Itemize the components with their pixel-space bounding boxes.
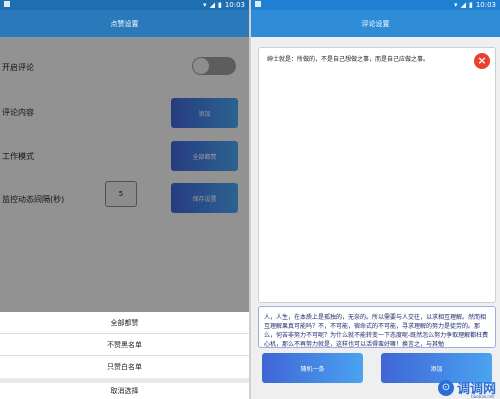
right-screen: ▾ ◢ ▮ 10:03 评论设置 绅士就是：所做的，不是自己想做之事，而是自己应… — [251, 0, 500, 399]
page-title-bar: 评论设置 — [251, 10, 500, 37]
left-screen: ▾ ◢ ▮ 10:03 点赞设置 开启评论 评论内容 添加 工作模式 全部都赞 … — [0, 0, 249, 399]
action-sheet: 全部都赞 不赞黑名单 只赞白名单 取消选择 — [0, 312, 249, 399]
battery-icon: ▮ — [217, 1, 222, 9]
option-skip-blacklist[interactable]: 不赞黑名单 — [0, 334, 249, 355]
signal-icon: ◢ — [460, 1, 466, 9]
modal-overlay[interactable] — [0, 37, 249, 312]
random-one-button[interactable]: 随机一条 — [262, 353, 363, 383]
close-icon[interactable]: × — [474, 53, 490, 69]
comment-input[interactable]: 人，人生，在本质上是孤独的，无奈的。所以需要与人交往，以求相互理解。然而相互理解… — [258, 306, 496, 348]
quote-text: 绅士就是：所做的，不是自己想做之事，而是自己应做之事。 — [267, 56, 430, 63]
option-whitelist-only[interactable]: 只赞白名单 — [0, 356, 249, 377]
status-bar: ▾ ◢ ▮ 10:03 — [0, 0, 249, 10]
page-title: 点赞设置 — [110, 19, 139, 28]
status-time: 10:03 — [224, 1, 245, 9]
status-time: 10:03 — [475, 1, 496, 9]
watermark-logo-icon: ⊙ — [437, 379, 454, 396]
wifi-icon: ▾ — [454, 1, 458, 9]
cancel-button[interactable]: 取消选择 — [0, 383, 249, 399]
wifi-icon: ▾ — [203, 1, 207, 9]
status-bar: ▾ ◢ ▮ 10:03 — [251, 0, 500, 10]
watermark-subtext: tiaotiao.net — [471, 394, 494, 399]
page-title: 评论设置 — [361, 19, 390, 28]
notification-icon — [255, 1, 261, 7]
option-all-like[interactable]: 全部都赞 — [0, 312, 249, 333]
signal-icon: ◢ — [209, 1, 215, 9]
battery-icon: ▮ — [468, 1, 473, 9]
page-title-bar: 点赞设置 — [0, 10, 249, 37]
notification-icon — [4, 1, 10, 7]
quote-card: 绅士就是：所做的，不是自己想做之事，而是自己应做之事。 × — [258, 47, 496, 303]
comment-text: 人，人生，在本质上是孤独的，无奈的。所以需要与人交往，以求相互理解。然而相互理解… — [264, 314, 489, 348]
